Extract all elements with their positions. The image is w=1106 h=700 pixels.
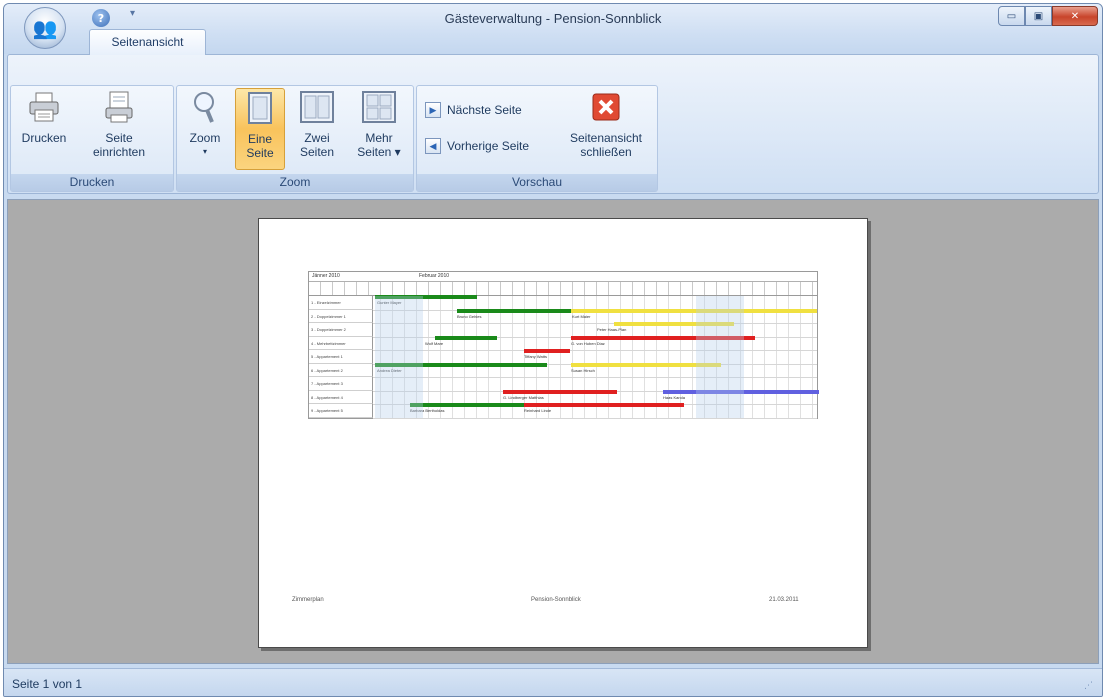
booking-bar <box>435 335 497 340</box>
zoom-dropdown-arrow: ▾ <box>202 147 207 156</box>
window-title: Gästeverwaltung - Pension-Sonnblick <box>444 11 662 26</box>
zoom-label: Zoom <box>189 131 221 145</box>
month-label-2: Februar 2010 <box>419 273 450 279</box>
footer-left: Zimmerplan <box>292 597 324 603</box>
booking-label: G. von Huben Diaz <box>571 340 605 346</box>
booking-bar <box>410 403 524 407</box>
ribbon-group-zoom: Zoom ▾ Eine Seite Zwei Seiten Mehr Seite… <box>176 85 414 192</box>
room-row-label: 3 - Doppelzimmer 2 <box>309 323 373 337</box>
booking-bar <box>457 308 571 313</box>
tab-seitenansicht[interactable]: Seitenansicht <box>89 29 206 55</box>
booking-label: Kurt Maier <box>572 313 591 319</box>
previous-page-icon: ◀ <box>425 138 441 154</box>
two-pages-label-1: Zwei <box>304 131 330 145</box>
minimize-button[interactable]: ▭ <box>998 6 1025 26</box>
booking-bar <box>524 349 570 353</box>
two-pages-label-2: Seiten <box>299 145 335 159</box>
maximize-button[interactable]: ▣ <box>1025 6 1052 26</box>
one-page-label-2: Seite <box>246 146 274 160</box>
next-page-label: Nächste Seite <box>447 103 522 117</box>
weekend-shading-2 <box>696 296 744 418</box>
application-window: 👥 ? ▾ Gästeverwaltung - Pension-Sonnblic… <box>3 3 1103 697</box>
close-preview-icon <box>592 93 620 121</box>
ribbon: Drucken Seite einrichten Drucken Zoom ▾ … <box>7 54 1099 194</box>
room-row-label: 7 - Appartement 3 <box>309 377 373 391</box>
zoom-button[interactable]: Zoom ▾ <box>181 88 229 170</box>
one-page-button[interactable]: Eine Seite <box>235 88 285 170</box>
resize-grip-icon[interactable]: ⋰ <box>1084 681 1098 695</box>
room-row-label: 8 - Appartement 4 <box>309 390 373 404</box>
close-preview-label-2: schließen <box>580 145 632 159</box>
page-setup-icon <box>105 91 133 123</box>
print-button[interactable]: Drucken <box>15 88 73 170</box>
room-row-label: 2 - Doppelzimmer 1 <box>309 309 373 323</box>
two-pages-button[interactable]: Zwei Seiten <box>291 88 343 170</box>
room-row-line <box>373 417 817 419</box>
booking-label: Wolf Mare <box>425 340 444 346</box>
more-pages-button[interactable]: Mehr Seiten ▾ <box>349 88 409 170</box>
room-row-line <box>373 323 817 324</box>
ribbon-group-drucken: Drucken Seite einrichten Drucken <box>10 85 174 192</box>
status-bar: Seite 1 von 1 ⋰ <box>4 668 1102 696</box>
preview-page: Jänner 2010 Februar 2010 1 - Einzelzimme… <box>258 218 868 648</box>
month-label-1: Jänner 2010 <box>312 273 340 279</box>
room-row-label: 1 - Einzelzimmer <box>309 296 373 310</box>
footer-right: 21.03.2011 <box>769 597 799 603</box>
two-pages-icon <box>300 91 334 123</box>
booking-label: Haas Karola <box>663 394 686 400</box>
room-row-label: 9 - Appartement 5 <box>309 404 373 418</box>
room-row-line <box>373 350 817 351</box>
close-preview-button[interactable]: Seitenansicht schließen <box>559 88 653 170</box>
more-pages-icon <box>362 91 396 123</box>
booking-bar <box>571 308 817 313</box>
room-row-label: 4 - Mehrbettzimmer <box>309 336 373 350</box>
window-controls: ▭ ▣ ✕ <box>998 6 1098 26</box>
people-icon: 👥 <box>32 16 58 40</box>
one-page-label-1: Eine <box>247 132 273 146</box>
status-page-info: Seite 1 von 1 <box>12 677 83 691</box>
more-pages-label-1: Mehr <box>365 131 393 145</box>
booking-label: Bruno Gehles <box>457 313 482 319</box>
more-pages-label-2: Seiten ▾ <box>357 145 401 159</box>
page-setup-label-2: einrichten <box>92 145 146 159</box>
printer-icon <box>29 92 59 122</box>
room-schedule-table: Jänner 2010 Februar 2010 1 - Einzelzimme… <box>308 271 819 419</box>
ribbon-group-vorschau: ▶ Nächste Seite ◀ Vorherige Seite Seiten… <box>416 85 658 192</box>
one-page-icon <box>248 92 272 124</box>
group-label-vorschau: Vorschau <box>417 174 657 191</box>
room-row-label: 5 - Appartement 1 <box>309 350 373 364</box>
room-row-label: 6 - Appartement 2 <box>309 363 373 377</box>
application-button[interactable]: 👥 <box>24 7 66 49</box>
booking-label: Peter Haas-Plan <box>597 327 627 332</box>
print-preview-area[interactable]: Jänner 2010 Februar 2010 1 - Einzelzimme… <box>7 199 1099 664</box>
booking-bar <box>503 389 617 394</box>
close-button[interactable]: ✕ <box>1052 6 1098 26</box>
previous-page-label: Vorherige Seite <box>447 139 530 153</box>
booking-label: Tiffany Watts <box>524 354 547 359</box>
booking-label: G. Lindberger Matthias <box>503 394 544 400</box>
magnifier-icon <box>194 92 214 123</box>
weekend-shading-1 <box>375 296 423 418</box>
page-setup-button[interactable]: Seite einrichten <box>79 88 159 170</box>
next-page-icon: ▶ <box>425 102 441 118</box>
booking-label: Susan Hirsch <box>571 367 595 373</box>
close-preview-label-1: Seitenansicht <box>569 131 643 145</box>
booking-label: Reinhard Linde <box>524 408 552 413</box>
day-header-row <box>309 282 817 296</box>
previous-page-button[interactable]: ◀ Vorherige Seite <box>425 134 529 158</box>
print-label: Drucken <box>21 131 67 145</box>
next-page-button[interactable]: ▶ Nächste Seite <box>425 98 522 122</box>
page-setup-label-1: Seite <box>105 131 133 145</box>
booking-bar <box>524 403 684 407</box>
footer-center: Pension-Sonnblick <box>531 597 581 603</box>
group-label-drucken: Drucken <box>11 174 173 191</box>
group-label-zoom: Zoom <box>177 174 413 191</box>
room-row-line <box>373 377 817 378</box>
